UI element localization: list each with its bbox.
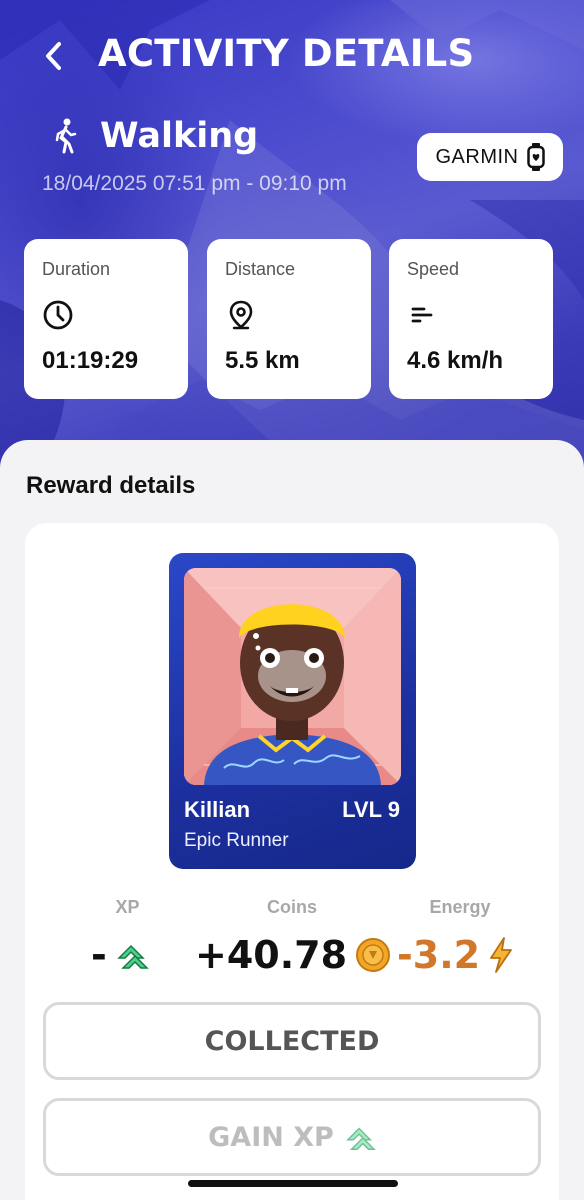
stat-card-duration: Duration 01:19:29	[24, 239, 188, 399]
home-indicator[interactable]	[188, 1180, 398, 1187]
stat-value: 01:19:29	[42, 347, 139, 374]
energy-value: -3.2	[397, 933, 481, 977]
lightning-icon	[490, 937, 512, 973]
xp-value-row: -	[91, 933, 149, 977]
coins-value: +40.78	[195, 933, 348, 977]
stat-value: 5.5 km	[225, 347, 300, 374]
page-title: ACTIVITY DETAILS	[98, 32, 475, 75]
walking-icon	[50, 116, 80, 156]
energy-label: Energy	[429, 897, 491, 917]
character-level: LVL 9	[342, 797, 400, 822]
device-badge[interactable]: GARMIN	[417, 133, 563, 181]
stat-label: Duration	[42, 259, 111, 279]
chevron-left-icon	[46, 42, 61, 70]
activity-name: Walking	[100, 116, 259, 156]
coins-value-row: +40.78	[195, 933, 391, 977]
activity-time-range: 18/04/2025 07:51 pm - 09:10 pm	[42, 172, 347, 195]
coin-icon	[356, 938, 391, 972]
character-title: Epic Runner	[184, 830, 289, 851]
speed-lines-icon	[407, 298, 441, 332]
back-button[interactable]	[36, 36, 70, 76]
device-name: GARMIN	[435, 145, 519, 168]
xp-column: XP	[100, 897, 155, 918]
xp-label: XP	[115, 897, 140, 917]
collected-label: COLLECTED	[204, 1025, 380, 1057]
reward-sheet: Reward details Killian LVL 9 Epic Runner…	[0, 440, 584, 1200]
activity-header: Walking	[50, 116, 258, 156]
clock-icon	[42, 298, 76, 332]
coins-column: Coins	[247, 897, 337, 918]
smartwatch-icon	[526, 143, 545, 171]
character-name: Killian	[184, 797, 251, 822]
stat-label: Speed	[407, 259, 460, 279]
energy-column: Energy	[415, 897, 505, 918]
reward-panel: Killian LVL 9 Epic Runner XP Coins Energ…	[25, 523, 559, 1200]
coins-label: Coins	[266, 897, 317, 917]
collected-button[interactable]: COLLECTED	[43, 1002, 541, 1080]
energy-value-row: -3.2	[397, 933, 514, 977]
gain-xp-button[interactable]: GAIN XP	[43, 1098, 541, 1176]
gain-xp-label: GAIN XP	[208, 1121, 334, 1153]
character-avatar	[184, 568, 401, 785]
xp-value: -	[91, 933, 107, 977]
character-card[interactable]: Killian LVL 9 Epic Runner	[169, 553, 416, 869]
stat-card-distance: Distance 5.5 km	[207, 239, 371, 399]
stat-label: Distance	[225, 259, 296, 279]
xp-chevrons-icon	[345, 1127, 376, 1150]
stat-value: 4.6 km/h	[407, 347, 504, 374]
xp-chevrons-icon	[116, 944, 149, 969]
section-title: Reward details	[26, 472, 196, 499]
stat-card-speed: Speed 4.6 km/h	[389, 239, 553, 399]
location-pin-icon	[225, 298, 259, 332]
